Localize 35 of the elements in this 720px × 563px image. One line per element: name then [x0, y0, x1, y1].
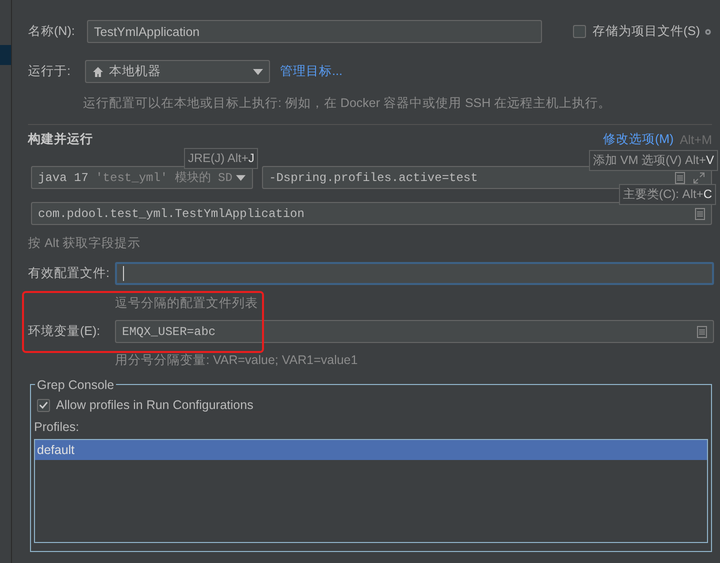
- shortcut-tooltip: 添加 VM 选项(V) Alt+V: [588, 150, 718, 171]
- group-title: Grep Console: [35, 377, 116, 393]
- document-icon[interactable]: [697, 326, 707, 338]
- checkbox[interactable]: [573, 25, 586, 38]
- field-label: 运行于:: [28, 63, 72, 80]
- field-label: 名称(N):: [28, 23, 76, 40]
- hint-text: 运行配置可以在本地或目标上执行: 例如，在 Docker 容器中或使用 SSH 在远程主机上执行。: [83, 95, 612, 112]
- document-icon[interactable]: [695, 208, 705, 220]
- vm-options-field[interactable]: -Dspring.profiles.active=test: [262, 166, 712, 189]
- target-dropdown[interactable]: 本地机器: [85, 60, 270, 83]
- checkbox-label: Allow profiles in Run Configurations: [56, 398, 254, 412]
- jre-dropdown[interactable]: java 17 'test_yml' 模块的 SD: [31, 166, 253, 189]
- list-item[interactable]: default: [35, 440, 707, 460]
- list-label: Profiles:: [34, 420, 80, 434]
- name-field[interactable]: TestYmlApplication: [87, 20, 542, 43]
- field-label: 有效配置文件:: [28, 265, 110, 282]
- manage-targets-link[interactable]: 管理目标...: [280, 63, 342, 80]
- checkbox[interactable]: [37, 398, 50, 412]
- shortcut-tooltip: 主要类(C): Alt+C: [618, 184, 716, 205]
- field-label: 环境变量(E):: [28, 323, 102, 340]
- hint-text: 逗号分隔的配置文件列表: [115, 295, 259, 312]
- environment-field[interactable]: EMQX_USER=abc: [115, 320, 714, 343]
- expand-icon[interactable]: [693, 172, 705, 184]
- checkbox-label: 存储为项目文件(S): [592, 23, 700, 40]
- active-profiles-field[interactable]: [115, 262, 714, 285]
- shortcut-tooltip: JRE(J) Alt+J: [184, 148, 258, 169]
- caret-icon: [253, 68, 263, 74]
- caret-icon: [236, 174, 246, 180]
- hint-text: 按 Alt 获取字段提示: [28, 235, 142, 252]
- home-icon: [92, 66, 104, 78]
- main-class-field[interactable]: com.pdool.test_yml.TestYmlApplication: [31, 202, 712, 225]
- modify-options-link[interactable]: 修改选项(M): [602, 131, 674, 148]
- hint-text: 用分号分隔变量: VAR=value; VAR1=value1: [115, 352, 359, 369]
- document-icon[interactable]: [675, 172, 685, 184]
- section-title: 构建并运行: [28, 131, 93, 148]
